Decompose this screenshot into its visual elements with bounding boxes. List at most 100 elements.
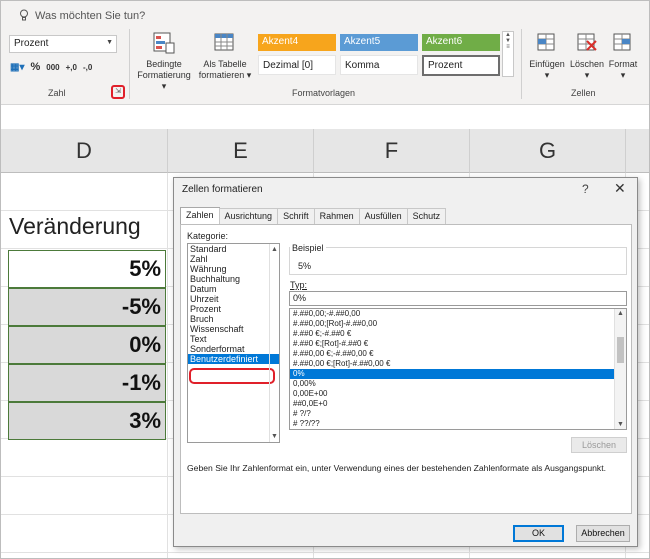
dialog-launcher-icon[interactable]: ⇲ — [111, 85, 125, 99]
formula-bar-gap — [1, 105, 649, 129]
kategorie-item[interactable]: Text — [188, 334, 279, 344]
column-header-d[interactable]: D — [1, 129, 168, 173]
percent-style-button[interactable]: % — [30, 61, 40, 73]
help-icon[interactable]: ? — [582, 182, 589, 196]
number-format-value: Prozent — [14, 38, 49, 49]
kategorie-item[interactable]: Sonderformat — [188, 344, 279, 354]
hint-text: Geben Sie Ihr Zahlenformat ein, unter Ve… — [187, 463, 606, 473]
format-item[interactable]: # ??/?? — [290, 419, 626, 429]
group-label-zellen: Zellen — [571, 88, 596, 98]
cell-value[interactable]: 3% — [8, 402, 166, 440]
kategorie-item[interactable]: Zahl — [188, 254, 279, 264]
tell-me-box[interactable]: Was möchten Sie tun? — [19, 9, 145, 22]
format-item[interactable]: #.##0,00;-#.##0,00 — [290, 309, 626, 319]
kategorie-item[interactable]: Datum — [188, 284, 279, 294]
format-list-scrollbar[interactable]: ▲ ▼ — [614, 309, 626, 429]
column-header-f[interactable]: F — [314, 129, 470, 173]
beispiel-group — [289, 247, 627, 275]
group-label-formatvorlagen: Formatvorlagen — [292, 88, 356, 98]
cell-value[interactable]: 5% — [8, 250, 166, 288]
cell-value[interactable]: 0% — [8, 326, 166, 364]
format-item[interactable]: #.##0,00;[Rot]-#.##0,00 — [290, 319, 626, 329]
group-separator — [129, 29, 130, 99]
format-as-table-button[interactable]: Als Tabelle formatieren ▾ — [195, 31, 255, 81]
zahlen-panel: Kategorie: Standard Zahl Währung Buchhal… — [180, 224, 632, 514]
conditional-formatting-label-1: Bedingte — [146, 59, 182, 69]
thousands-separator-button[interactable]: 000 — [46, 63, 59, 72]
styles-gallery-scroll[interactable]: ▲ ▼ ≡ — [502, 31, 514, 77]
style-dezimal-label: Dezimal [0] — [263, 60, 314, 71]
tab-schutz[interactable]: Schutz — [406, 208, 447, 224]
style-akzent4[interactable]: Akzent4 — [258, 34, 336, 51]
format-item[interactable]: ##0,0E+0 — [290, 399, 626, 409]
typ-input[interactable]: 0% — [289, 291, 627, 306]
kategorie-item[interactable]: Buchhaltung — [188, 274, 279, 284]
kategorie-item-selected[interactable]: Benutzerdefiniert — [188, 354, 279, 364]
cell-value[interactable]: -5% — [8, 288, 166, 326]
style-dezimal[interactable]: Dezimal [0] — [258, 55, 336, 75]
column-header-e[interactable]: E — [168, 129, 314, 173]
dialog-tabs: Zahlen Ausrichtung Schrift Rahmen Ausfül… — [180, 207, 447, 225]
cell-styles-gallery: Akzent4 Akzent5 Akzent6 Dezimal [0] Komm… — [258, 34, 503, 79]
delete-cells-button[interactable]: Löschen ▾ — [567, 31, 607, 81]
style-akzent6[interactable]: Akzent6 — [422, 34, 500, 51]
style-komma[interactable]: Komma — [340, 55, 418, 75]
cancel-button[interactable]: Abbrechen — [576, 525, 630, 542]
close-icon[interactable]: ✕ — [614, 180, 626, 197]
insert-cells-button[interactable]: Einfügen ▾ — [527, 31, 567, 81]
column-header-g[interactable]: G — [470, 129, 626, 173]
style-prozent-label: Prozent — [428, 60, 463, 71]
kategorie-item[interactable]: Wissenschaft — [188, 324, 279, 334]
format-item[interactable]: #.##0,00 €;[Rot]-#.##0,00 € — [290, 359, 626, 369]
format-cells-dialog: Zellen formatieren ? ✕ Zahlen Ausrichtun… — [173, 177, 638, 547]
format-code-list[interactable]: #.##0,00;-#.##0,00 #.##0,00;[Rot]-#.##0,… — [289, 308, 627, 430]
scrollbar-thumb[interactable] — [617, 337, 624, 363]
grid-line — [1, 552, 649, 553]
conditional-formatting-button[interactable]: Bedingte Formatierung ▾ — [134, 31, 194, 92]
conditional-formatting-label-2: Formatierung — [137, 70, 191, 80]
style-akzent5-label: Akzent5 — [344, 36, 381, 47]
style-akzent5[interactable]: Akzent5 — [340, 34, 418, 51]
format-item[interactable]: #.##0 €;[Rot]-#.##0 € — [290, 339, 626, 349]
tab-ausrichtung[interactable]: Ausrichtung — [218, 208, 279, 224]
ok-button[interactable]: OK — [513, 525, 564, 542]
number-format-dropdown[interactable]: Prozent ▼ — [9, 35, 117, 53]
kategorie-list[interactable]: Standard Zahl Währung Buchhaltung Datum … — [187, 243, 280, 443]
format-item[interactable]: #.##0 €;-#.##0 € — [290, 329, 626, 339]
increase-decimal-button[interactable]: +,0 — [66, 63, 77, 72]
kategorie-item[interactable]: Währung — [188, 264, 279, 274]
style-akzent6-label: Akzent6 — [426, 36, 463, 47]
insert-cells-icon — [537, 33, 555, 51]
delete-format-button[interactable]: Löschen — [571, 437, 627, 453]
style-prozent[interactable]: Prozent — [422, 55, 500, 76]
kategorie-item[interactable]: Bruch — [188, 314, 279, 324]
format-as-table-label-2: formatieren — [198, 70, 245, 80]
number-format-buttons: ▦▾ % 000 +,0 -,0 — [10, 61, 92, 73]
format-item[interactable]: 0,00% — [290, 379, 626, 389]
chevron-down-icon: ▼ — [106, 39, 113, 46]
kategorie-item[interactable]: Standard — [188, 244, 279, 254]
format-cells-icon — [613, 33, 631, 51]
lightbulb-icon — [20, 9, 28, 21]
kategorie-label: Kategorie: — [187, 231, 229, 241]
kategorie-item[interactable]: Prozent — [188, 304, 279, 314]
kategorie-item[interactable]: Uhrzeit — [188, 294, 279, 304]
tab-zahlen[interactable]: Zahlen — [180, 207, 220, 225]
column-header-h[interactable] — [626, 129, 649, 173]
kategorie-scrollbar[interactable]: ▲ ▼ — [269, 244, 279, 442]
style-akzent4-label: Akzent4 — [262, 36, 299, 47]
tab-rahmen[interactable]: Rahmen — [313, 208, 360, 224]
format-item[interactable]: 0,00E+00 — [290, 389, 626, 399]
decrease-decimal-button[interactable]: -,0 — [83, 63, 92, 72]
format-item[interactable]: #.##0,00 €;-#.##0,00 € — [290, 349, 626, 359]
format-item[interactable]: # ?/? — [290, 409, 626, 419]
currency-format-icon[interactable]: ▦▾ — [10, 62, 24, 73]
tab-ausfuellen[interactable]: Ausfüllen — [358, 208, 408, 224]
tab-schrift[interactable]: Schrift — [277, 208, 315, 224]
format-item-selected[interactable]: 0% — [290, 369, 626, 379]
conditional-formatting-icon — [153, 32, 175, 54]
format-cells-button[interactable]: Format ▾ — [605, 31, 641, 81]
dialog-title: Zellen formatieren — [182, 184, 263, 195]
cell-header-veraenderung[interactable]: Veränderung — [9, 213, 141, 240]
cell-value[interactable]: -1% — [8, 364, 166, 402]
